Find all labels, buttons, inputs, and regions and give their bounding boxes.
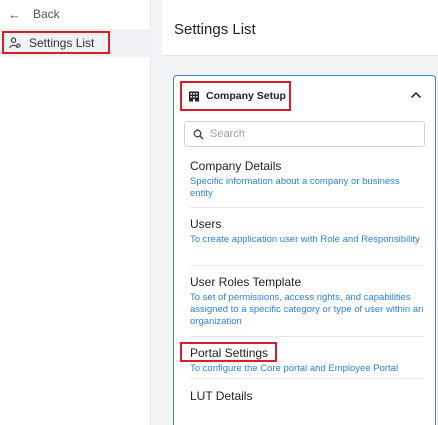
list-item-lut-details[interactable]: LUT Details [190, 389, 424, 403]
section-header-company-setup[interactable]: Company Setup [180, 81, 291, 111]
sidebar-item-settings-list[interactable]: Settings List [2, 31, 110, 54]
list-item-desc: Specific information about a company or … [190, 176, 400, 199]
list-item-desc: To set of permissions, access rights, an… [190, 292, 424, 327]
list-item-desc: To configure the Core portal and Employe… [190, 363, 399, 374]
company-setup-card: Company Setup Company Details Specific i… [173, 75, 436, 425]
search-icon [193, 129, 204, 139]
divider [190, 207, 424, 208]
back-arrow-icon: ← [8, 6, 21, 22]
list-item-title: Portal Settings [190, 346, 269, 360]
list-item-title: LUT Details [190, 389, 253, 403]
back-label: Back [33, 7, 60, 21]
list-item-title: User Roles Template [190, 275, 302, 289]
search-input[interactable] [210, 128, 410, 140]
list-item-portal-settings[interactable]: Portal Settings To configure the Core po… [190, 346, 424, 375]
user-settings-icon [9, 36, 21, 48]
divider [190, 378, 424, 379]
list-item-title: Company Details [190, 159, 282, 173]
search-box [184, 121, 425, 147]
list-item-desc: To create application user with Role and… [190, 234, 420, 245]
list-item-title: Users [190, 217, 222, 231]
content-gutter [152, 0, 162, 425]
chevron-up-icon[interactable] [409, 88, 423, 102]
section-title: Company Setup [206, 90, 286, 102]
sidebar-item-label: Settings List [29, 35, 95, 50]
list-item-users[interactable]: Users To create application user with Ro… [190, 217, 424, 246]
back-link[interactable]: ← Back [8, 5, 60, 23]
page-title: Settings List [174, 21, 256, 38]
sidebar: ← Back Settings List [0, 0, 151, 425]
divider [190, 336, 424, 337]
list-item-user-roles-template[interactable]: User Roles Template To set of permission… [190, 275, 424, 328]
divider [190, 265, 424, 266]
page-header: Settings List [162, 0, 438, 56]
list-item-company-details[interactable]: Company Details Specific information abo… [190, 159, 424, 200]
building-icon [189, 91, 199, 101]
